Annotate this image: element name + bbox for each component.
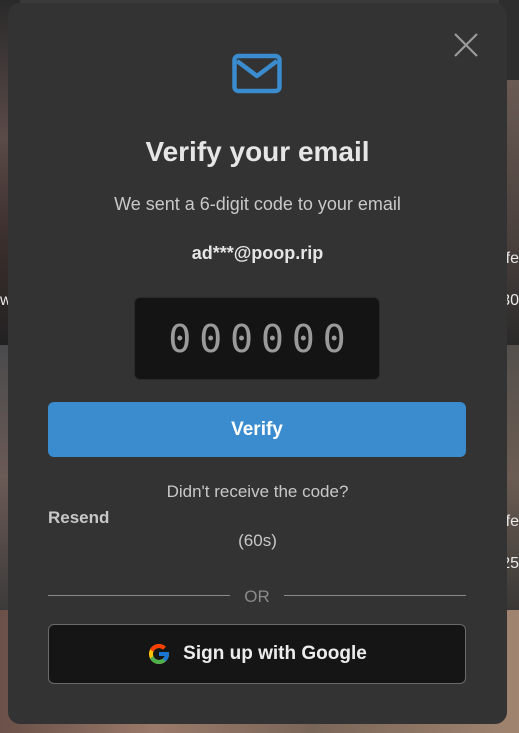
- divider: [284, 595, 466, 596]
- email-address: ad***@poop.rip: [191, 243, 324, 263]
- divider: [48, 595, 230, 596]
- verify-email-modal: Verify your email We sent a 6-digit code…: [8, 3, 507, 724]
- verification-code-input[interactable]: [134, 297, 380, 380]
- close-icon: [454, 33, 478, 57]
- background-text: fe: [505, 250, 519, 267]
- verify-button[interactable]: Verify: [48, 402, 466, 457]
- didnt-receive-text: Didn't receive the code?: [166, 482, 349, 501]
- or-separator: OR: [244, 587, 270, 606]
- close-button[interactable]: [452, 31, 480, 59]
- google-signup-button[interactable]: Sign up with Google: [48, 624, 466, 684]
- mail-icon: [232, 53, 282, 94]
- background-text: fe: [505, 513, 519, 530]
- page-title: Verify your email: [145, 136, 370, 167]
- resend-timer: (60s): [238, 531, 277, 550]
- google-icon: [149, 644, 170, 664]
- google-button-label: Sign up with Google: [183, 643, 367, 664]
- resend-button[interactable]: Resend: [48, 508, 109, 528]
- subtitle: We sent a 6-digit code to your email: [114, 194, 401, 214]
